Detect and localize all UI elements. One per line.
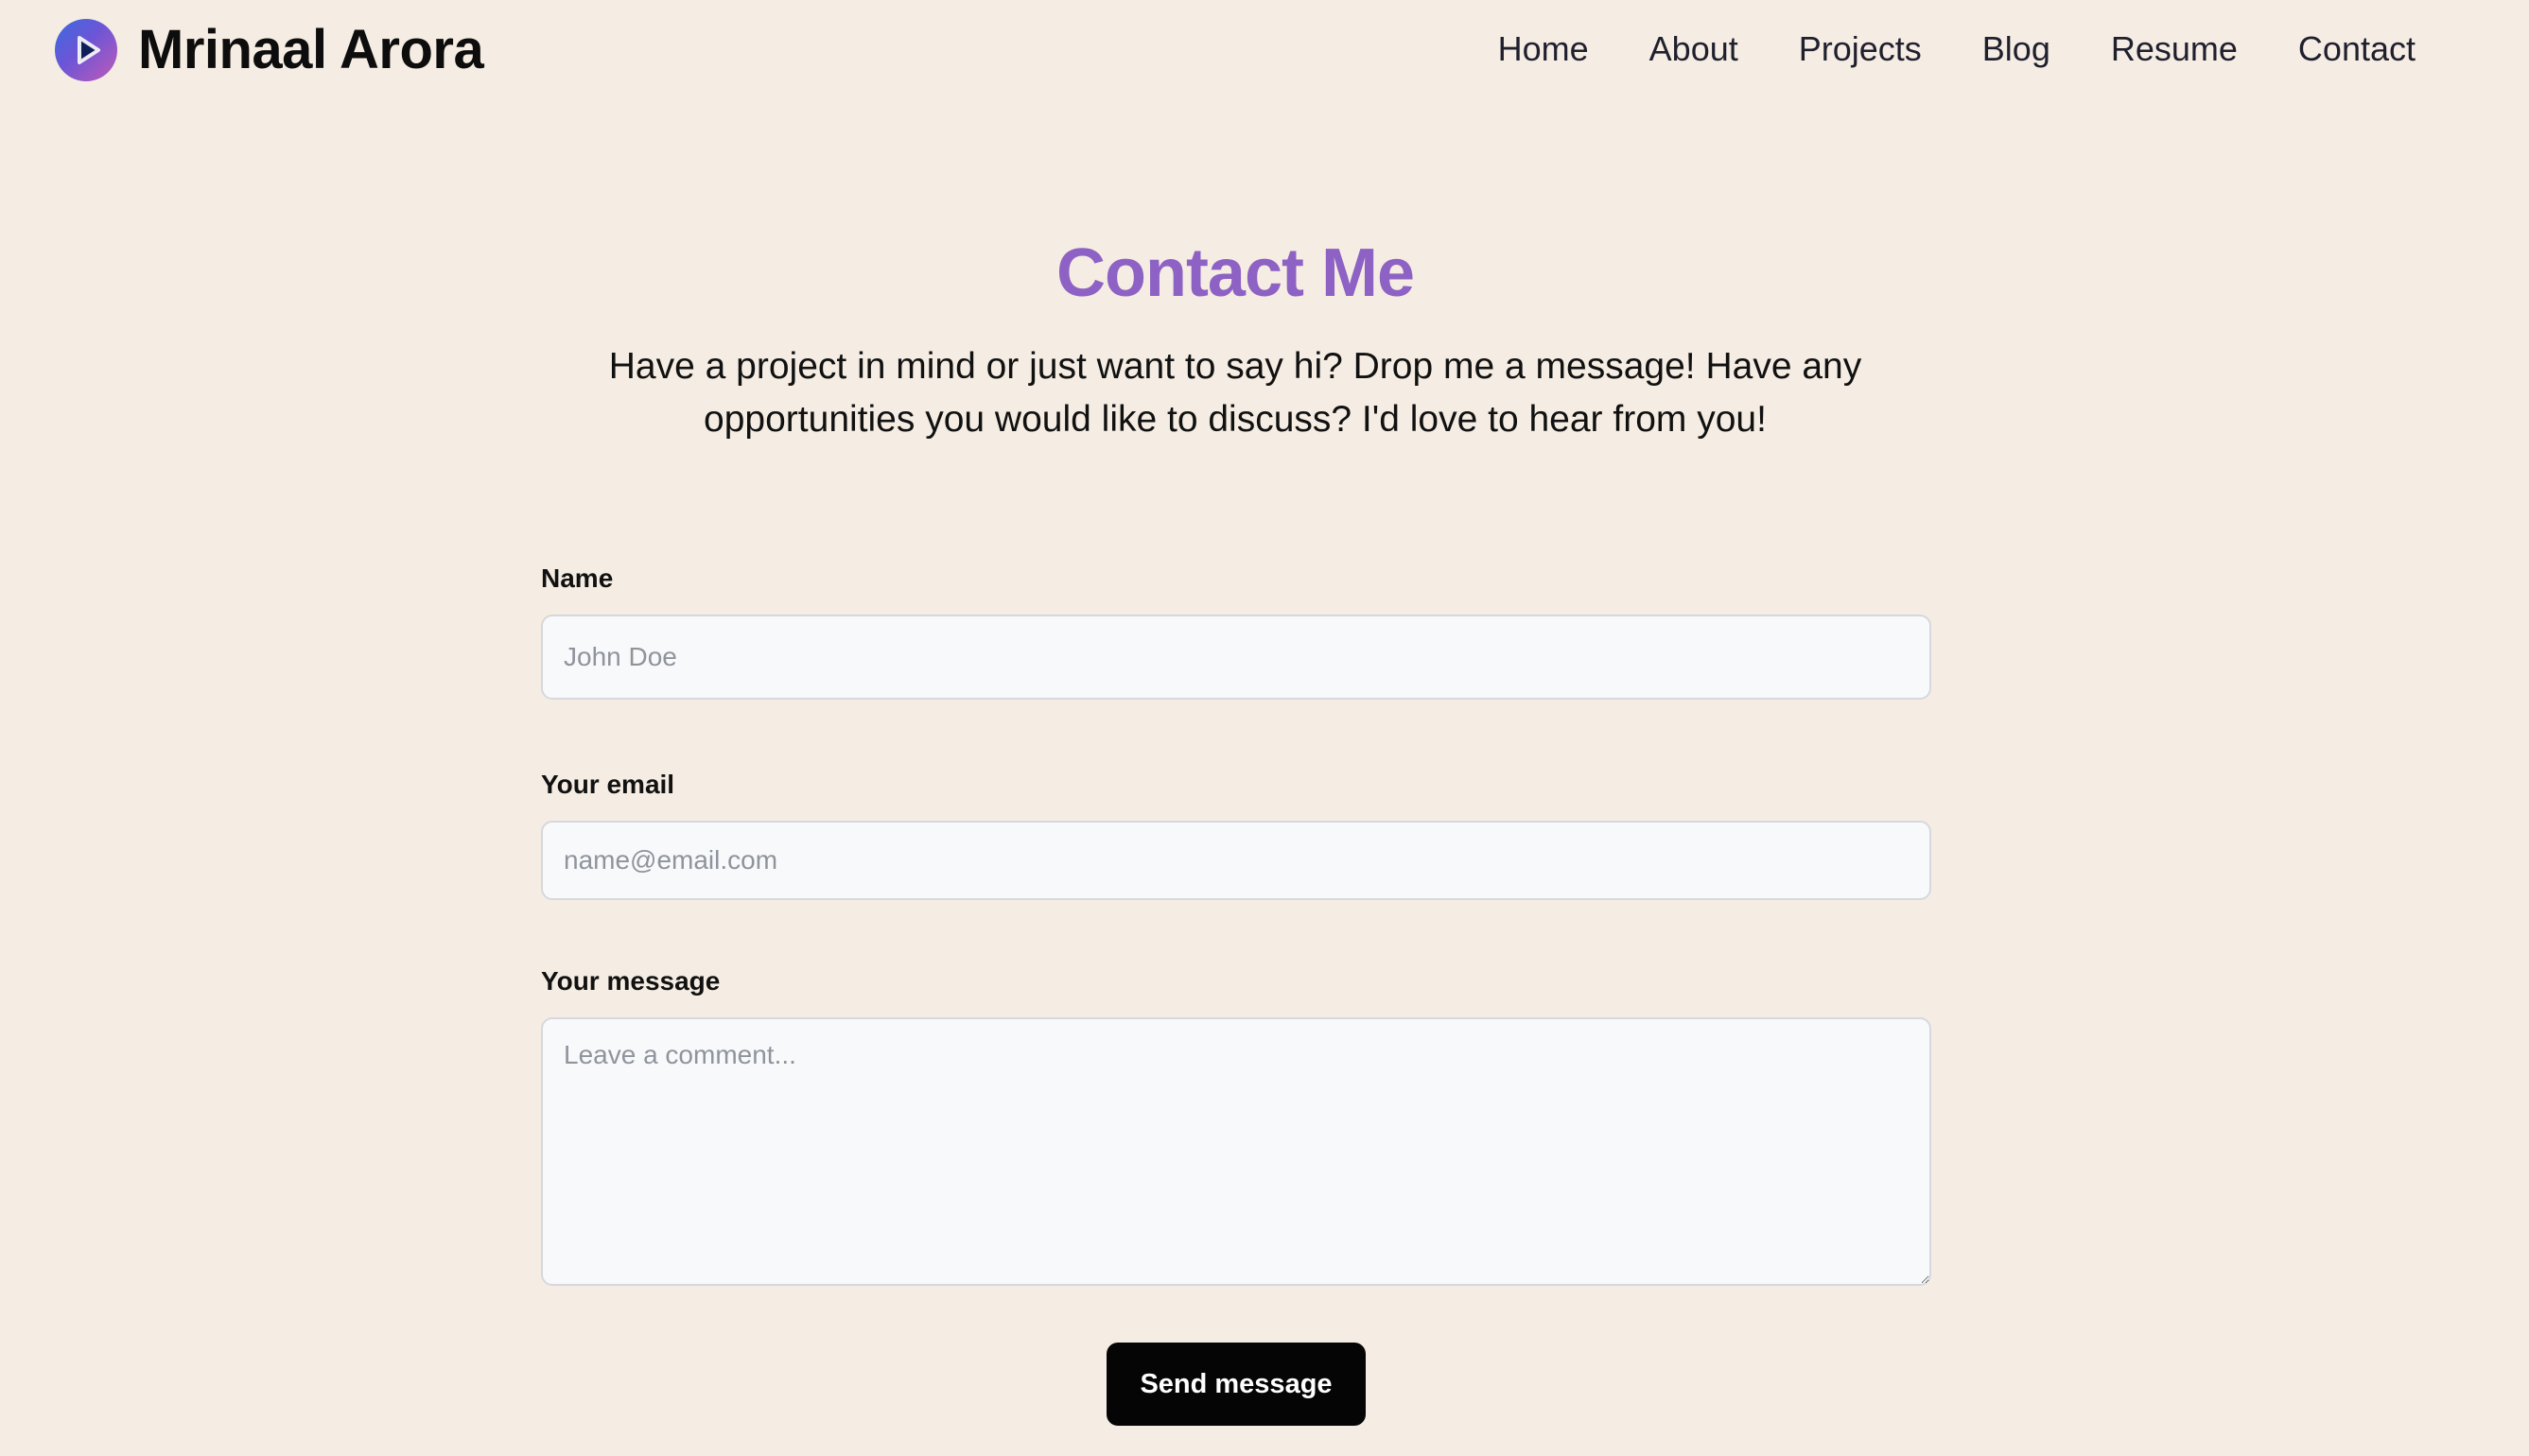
site-header: Mrinaal Arora Home About Projects Blog R… bbox=[0, 0, 2529, 102]
name-label: Name bbox=[541, 563, 614, 593]
nav-blog[interactable]: Blog bbox=[1982, 25, 2050, 74]
email-label: Your email bbox=[541, 770, 675, 799]
nav-resume[interactable]: Resume bbox=[2111, 25, 2238, 74]
nav-about[interactable]: About bbox=[1649, 25, 1738, 74]
nav-projects[interactable]: Projects bbox=[1799, 25, 1922, 74]
site-logo[interactable] bbox=[55, 19, 117, 81]
send-message-button[interactable]: Send message bbox=[1107, 1343, 1366, 1426]
intro-text: Have a project in mind or just want to s… bbox=[608, 346, 1862, 440]
site-brand[interactable]: Mrinaal Arora bbox=[138, 17, 484, 83]
message-textarea[interactable] bbox=[541, 1017, 1931, 1286]
main-nav: Home About Projects Blog Resume Contact bbox=[1498, 25, 2416, 74]
message-label: Your message bbox=[541, 966, 721, 996]
name-input[interactable] bbox=[541, 615, 1931, 700]
play-icon bbox=[78, 36, 100, 64]
page-title: Contact Me bbox=[1055, 235, 1415, 311]
nav-contact[interactable]: Contact bbox=[2298, 25, 2416, 74]
email-input[interactable] bbox=[541, 821, 1931, 900]
contact-form: Name Your email Your message bbox=[541, 562, 1931, 1286]
nav-home[interactable]: Home bbox=[1498, 25, 1589, 74]
